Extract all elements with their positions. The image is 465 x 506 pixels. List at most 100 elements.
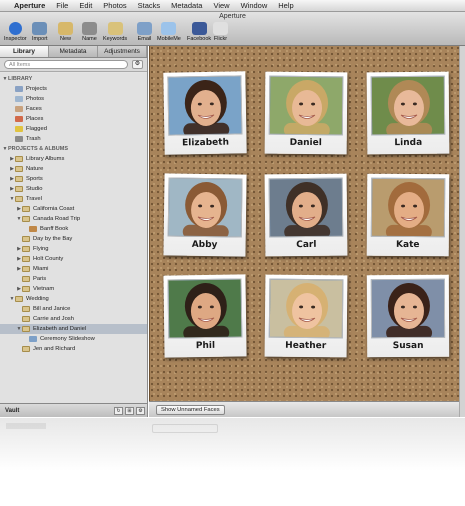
face-name-label: Susan (392, 340, 424, 352)
tree-item[interactable]: Photos (0, 94, 147, 104)
tree-item[interactable]: Faces (0, 104, 147, 114)
scrollbar[interactable] (459, 46, 465, 417)
menu-view[interactable]: View (213, 0, 229, 12)
inspector-button[interactable]: Inspector (4, 22, 27, 42)
name-button[interactable]: Name (82, 22, 97, 42)
project-icon (22, 246, 30, 252)
face-card[interactable]: Phil (163, 274, 247, 358)
mobileme-button[interactable]: MobileMe (157, 22, 181, 42)
tree-item[interactable]: ▼ Wedding (0, 294, 147, 304)
email-icon (137, 22, 152, 35)
toolbar: Aperture Inspector Import New Name Keywords E… (0, 12, 465, 46)
tree-item[interactable]: ▶ Miami (0, 264, 147, 274)
tree-item[interactable]: Paris (0, 274, 147, 284)
tree-item[interactable]: ▶ California Coast (0, 204, 147, 214)
tree-item[interactable]: ▶ Studio (0, 184, 147, 194)
section-header[interactable]: ▼ LIBRARY (0, 74, 147, 84)
menu-aperture[interactable]: Aperture (14, 0, 45, 12)
faces-corkboard: Elizabeth Daniel Linda Abby Carl Kate Phil Heat… (149, 46, 459, 401)
tree-item[interactable]: Carrie and Josh (0, 314, 147, 324)
face-card[interactable]: Heather (264, 274, 348, 358)
tab-adjustments[interactable]: Adjustments (98, 46, 147, 57)
tree-item[interactable]: Day by the Bay (0, 234, 147, 244)
tree-item-label: Library Albums (26, 156, 65, 162)
refresh-vault-icon[interactable]: ↻ (114, 406, 123, 415)
menu-stacks[interactable]: Stacks (138, 0, 161, 12)
face-name-label: Linda (394, 137, 423, 149)
tree-item[interactable]: ▶ Library Albums (0, 154, 147, 164)
tree-item[interactable]: Banff Book (0, 224, 147, 234)
tree-item[interactable]: ▶ Nature (0, 164, 147, 174)
tree-item[interactable]: ▼ Elizabeth and Daniel (0, 324, 147, 334)
flickr-button[interactable]: Flickr (213, 22, 228, 42)
tree-item[interactable]: Trash (0, 134, 147, 144)
menu-window[interactable]: Window (241, 0, 268, 12)
face-photo (370, 75, 446, 136)
tree-item[interactable]: Flagged (0, 124, 147, 134)
tree-item-label: Trash (26, 136, 41, 142)
tree-item[interactable]: ▼ Canada Road Trip (0, 214, 147, 224)
face-photo (370, 177, 446, 238)
tree-item[interactable]: Ceremony Slideshow (0, 334, 147, 344)
tree-item-label: Flying (33, 246, 49, 252)
vault-bar: Vault ↻ ⊞ ⚙ (0, 403, 147, 417)
tree-item-label: Banff Book (40, 226, 69, 232)
show-unnamed-faces-button[interactable]: Show Unnamed Faces (156, 404, 225, 415)
project-icon (22, 286, 30, 292)
mobileme-icon (161, 22, 177, 35)
tree-item[interactable]: ▶ Flying (0, 244, 147, 254)
project-icon (22, 306, 30, 312)
menu-help[interactable]: Help (278, 0, 293, 12)
window-title: Aperture (219, 13, 246, 20)
project-icon (22, 216, 30, 222)
tree-item[interactable]: ▶ Holt County (0, 254, 147, 264)
menu-metadata[interactable]: Metadata (171, 0, 202, 12)
tree-item[interactable]: Bill and Janice (0, 304, 147, 314)
tree-item-label: LIBRARY (8, 76, 33, 82)
menu-photos[interactable]: Photos (103, 0, 126, 12)
tree-item[interactable]: ▶ Sports (0, 174, 147, 184)
new-button[interactable]: New (58, 22, 73, 42)
import-button[interactable]: Import (32, 22, 48, 42)
tree-item-label: Day by the Bay (33, 236, 73, 242)
tab-library[interactable]: Library (0, 46, 49, 57)
tree-item-label: Flagged (26, 126, 47, 132)
face-photo (268, 177, 344, 238)
inspector-icon (8, 22, 22, 35)
tab-metadata[interactable]: Metadata (49, 46, 98, 57)
tree-item-label: Wedding (26, 296, 49, 302)
face-card[interactable]: Abby (163, 173, 247, 257)
tree-item[interactable]: Jen and Richard (0, 344, 147, 354)
project-icon (22, 276, 30, 282)
menu-edit[interactable]: Edit (79, 0, 92, 12)
tree-item[interactable]: ▶ Vietnam (0, 284, 147, 294)
search-input[interactable]: All Items (4, 60, 128, 69)
tree-item-label: Carrie and Josh (33, 316, 74, 322)
section-header[interactable]: ▼ PROJECTS & ALBUMS (0, 144, 147, 154)
menu-file[interactable]: File (56, 0, 68, 12)
facebook-button[interactable]: Facebook (187, 22, 211, 42)
tree-item[interactable]: Projects (0, 84, 147, 94)
tree-item[interactable]: ▼ Travel (0, 194, 147, 204)
keywords-button[interactable]: Keywords (103, 22, 127, 42)
add-vault-icon[interactable]: ⊞ (125, 406, 134, 415)
project-icon (22, 236, 30, 242)
tool-label: Inspector (4, 36, 27, 42)
face-card[interactable]: Linda (366, 71, 450, 155)
vault-gear-icon[interactable]: ⚙ (136, 406, 145, 415)
tool-label: Flickr (213, 36, 228, 42)
face-card[interactable]: Kate (366, 173, 450, 257)
sidebar-tabs: Library Metadata Adjustments (0, 46, 147, 58)
face-card[interactable]: Elizabeth (163, 71, 247, 155)
trash-icon (15, 136, 23, 142)
face-name-label: Carl (296, 239, 317, 251)
face-card[interactable]: Susan (366, 274, 450, 358)
tool-label: Name (82, 36, 97, 42)
gear-icon[interactable]: ⚙ (132, 60, 143, 69)
face-card[interactable]: Carl (264, 173, 348, 257)
folder-icon (15, 296, 23, 302)
email-button[interactable]: Email (137, 22, 152, 42)
tree-item[interactable]: Places (0, 114, 147, 124)
face-card[interactable]: Daniel (264, 71, 348, 155)
bottom-bar: Show Unnamed Faces (149, 401, 459, 417)
